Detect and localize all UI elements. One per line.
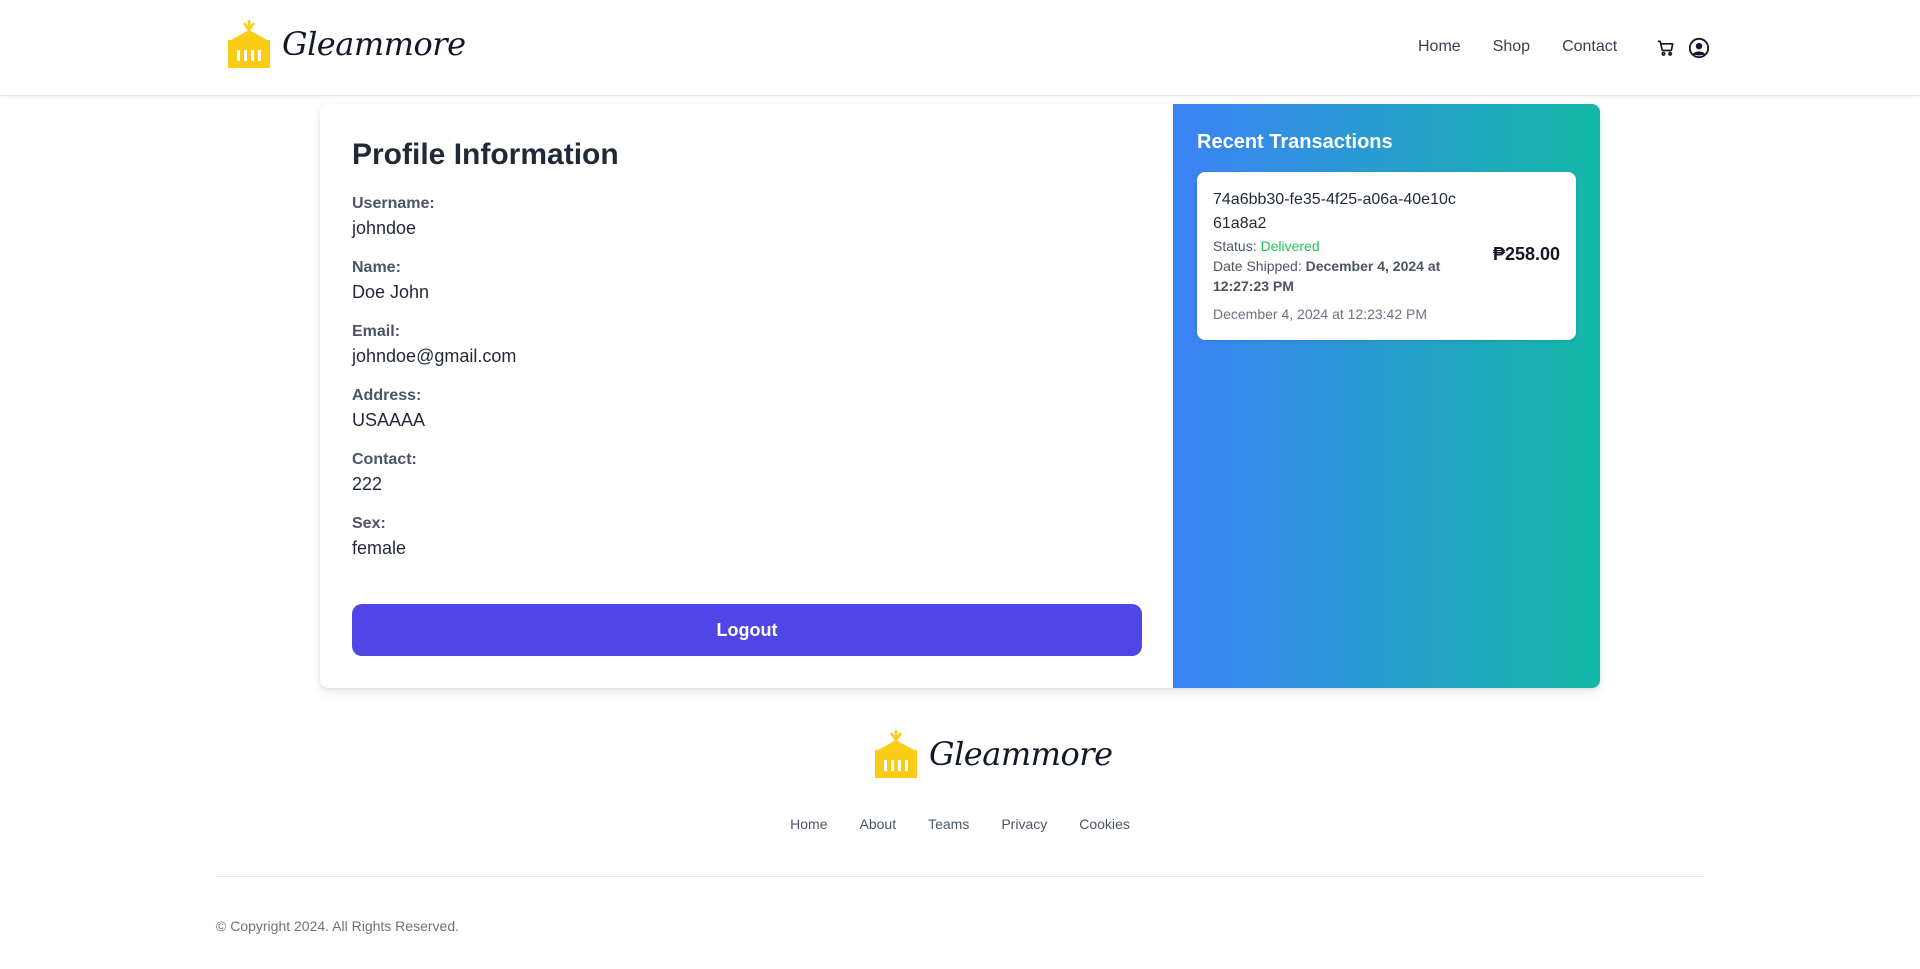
field-label: Name: <box>352 259 401 276</box>
footer-logo[interactable]: Gleammore <box>873 728 1113 780</box>
field-address: Address: USAAAA <box>352 386 1142 434</box>
footer-brand-name: Gleammore <box>929 735 1113 773</box>
field-label: Address: <box>352 387 422 404</box>
transaction-shipped: Date Shipped: December 4, 2024 at 12:27:… <box>1213 256 1493 296</box>
profile-section: Profile Information Username: johndoe Na… <box>352 136 1142 578</box>
recent-transactions-panel: Recent Transactions 74a6bb30-fe35-4f25-a… <box>1173 104 1600 688</box>
field-label: Contact: <box>352 451 417 468</box>
field-name: Name: Doe John <box>352 258 1142 306</box>
nav-contact-link[interactable]: Contact <box>1562 38 1617 56</box>
profile-card: Profile Information Username: johndoe Na… <box>320 104 1600 688</box>
shipped-label: Date Shipped: <box>1213 258 1302 274</box>
nav-home-link[interactable]: Home <box>1418 38 1461 56</box>
logout-button[interactable]: Logout <box>352 604 1142 656</box>
profile-title: Profile Information <box>352 138 619 171</box>
user-circle-icon[interactable] <box>1688 37 1710 59</box>
transaction-id: 74a6bb30-fe35-4f25-a06a-40e10c61a8a2 <box>1213 191 1456 232</box>
field-value: USAAAA <box>352 410 426 430</box>
transaction-date: December 4, 2024 at 12:23:42 PM <box>1213 306 1428 322</box>
field-label: Email: <box>352 323 401 340</box>
field-value: johndoe@gmail.com <box>352 346 517 366</box>
footer-link-home[interactable]: Home <box>790 816 827 832</box>
footer-link-privacy[interactable]: Privacy <box>1001 816 1047 832</box>
field-sex: Sex: female <box>352 514 1142 562</box>
field-contact: Contact: 222 <box>352 450 1142 498</box>
copyright-text: © Copyright 2024. All Rights Reserved. <box>216 918 459 934</box>
footer-link-teams[interactable]: Teams <box>928 816 969 832</box>
shop-container-icon <box>875 730 917 778</box>
status-label: Status: <box>1213 238 1257 254</box>
field-value: Doe John <box>352 282 430 302</box>
transaction-card[interactable]: 74a6bb30-fe35-4f25-a06a-40e10c61a8a2 Sta… <box>1197 172 1576 340</box>
footer-nav: Home About Teams Privacy Cookies <box>0 816 1920 832</box>
field-value: female <box>352 538 407 558</box>
shop-container-icon <box>228 20 270 68</box>
nav-shop-link[interactable]: Shop <box>1493 38 1530 56</box>
transactions-title: Recent Transactions <box>1197 131 1393 153</box>
footer-link-about[interactable]: About <box>860 816 897 832</box>
brand-name: Gleammore <box>282 25 466 63</box>
site-header: Gleammore Home Shop Contact <box>0 0 1920 96</box>
field-label: Username: <box>352 195 435 212</box>
field-email: Email: johndoe@gmail.com <box>352 322 1142 370</box>
main-nav: Home Shop Contact <box>1418 38 1617 56</box>
transaction-amount: ₱258.00 <box>1492 244 1560 264</box>
transaction-status: Status: Delivered <box>1213 236 1493 256</box>
header-icons <box>1656 37 1710 59</box>
footer-link-cookies[interactable]: Cookies <box>1079 816 1130 832</box>
footer-divider <box>216 876 1704 877</box>
field-value: johndoe <box>352 218 417 238</box>
field-label: Sex: <box>352 515 386 532</box>
status-badge: Delivered <box>1260 238 1320 254</box>
cart-icon[interactable] <box>1656 38 1676 58</box>
brand-logo[interactable]: Gleammore <box>226 18 466 70</box>
field-username: Username: johndoe <box>352 194 1142 242</box>
field-value: 222 <box>352 474 383 494</box>
